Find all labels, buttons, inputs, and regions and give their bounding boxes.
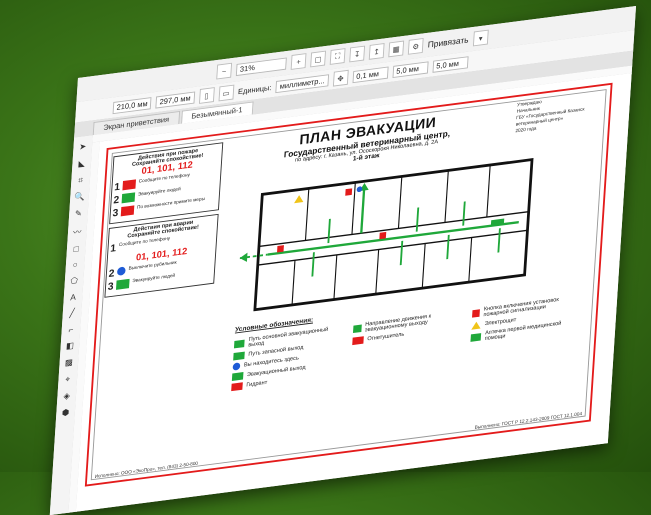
step-number: 1 [113, 181, 121, 194]
stage: ✓ − 31% + ▢ ⛶ ↧ ↥ ▦ ⚙ Привязать ▾ 210,0 … [0, 0, 651, 515]
polygon-tool-icon[interactable]: ⬠ [70, 275, 78, 286]
page-height-field[interactable]: 297,0 мм [155, 91, 195, 109]
phone-icon [122, 179, 137, 191]
smart-fill-icon[interactable]: ⬢ [62, 407, 70, 418]
units-label: Единицы: [237, 82, 272, 96]
legend-text: Гидрант [246, 380, 268, 389]
step-number: 2 [113, 194, 120, 207]
units-select[interactable]: миллиметр... [275, 73, 329, 93]
alarm-icon [472, 309, 481, 318]
legend-text: Электрощит [484, 317, 517, 328]
fire-extinguisher-icon [345, 188, 353, 196]
nudge-icon: ✥ [332, 69, 349, 87]
grid-icon[interactable]: ▦ [388, 40, 405, 58]
drawing-canvas[interactable]: Действия при пожаре Сохраняйте спокойств… [75, 72, 632, 512]
fit-icon[interactable]: ▢ [310, 50, 327, 68]
eyedropper-tool-icon[interactable]: ⌖ [65, 374, 70, 385]
step-number: 2 [108, 267, 115, 280]
transparency-tool-icon[interactable]: ▩ [65, 357, 74, 368]
exit-icon [121, 192, 136, 204]
zoom-in-icon[interactable]: + [290, 53, 307, 70]
landscape-icon[interactable]: ▭ [218, 84, 234, 102]
pick-tool-icon[interactable]: ➤ [79, 141, 87, 152]
chevron-down-icon[interactable]: ▾ [472, 29, 489, 47]
step-number: 3 [107, 280, 114, 293]
extinguisher-icon [120, 205, 135, 217]
fill-tool-icon[interactable]: ◈ [63, 391, 70, 402]
green-arrow-icon [233, 339, 245, 349]
crop-tool-icon[interactable]: ⌗ [78, 175, 83, 186]
exit-icon [116, 278, 130, 290]
electric-icon [471, 321, 482, 330]
portrait-icon[interactable]: ▯ [198, 87, 215, 104]
switch-icon [116, 266, 126, 276]
freehand-tool-icon[interactable]: ✎ [75, 208, 83, 219]
exit-door-icon [352, 324, 362, 334]
nudge-field[interactable]: 0,1 мм [352, 66, 389, 83]
full-screen-icon[interactable]: ⛶ [329, 48, 346, 65]
zoom-tool-icon[interactable]: 🔍 [74, 191, 85, 203]
export-icon[interactable]: ↥ [368, 43, 385, 60]
exit-sign-icon [231, 372, 244, 381]
instructions-panel: Действия при пожаре Сохраняйте спокойств… [93, 142, 224, 467]
shadow-tool-icon[interactable]: ◧ [66, 340, 75, 351]
fire-actions-box: Действия при пожаре Сохраняйте спокойств… [109, 142, 224, 225]
rectangle-tool-icon[interactable]: □ [73, 244, 79, 254]
text-tool-icon[interactable]: A [70, 292, 76, 302]
line-tool-icon[interactable]: ╱ [69, 308, 75, 319]
firstaid-icon [470, 333, 482, 342]
step-number: 1 [109, 242, 117, 255]
legend-text: Огнетушитель [367, 331, 405, 343]
app-window: − 31% + ▢ ⛶ ↧ ↥ ▦ ⚙ Привязать ▾ 210,0 мм… [49, 6, 637, 515]
artistic-tool-icon[interactable]: 〰 [73, 225, 82, 238]
import-icon[interactable]: ↧ [349, 45, 366, 63]
ellipse-tool-icon[interactable]: ○ [72, 260, 78, 270]
settings-icon[interactable]: ⚙ [407, 38, 424, 55]
shape-tool-icon[interactable]: ◣ [78, 158, 85, 169]
alarm-button-icon [379, 231, 387, 240]
zoom-select[interactable]: 31% [235, 57, 287, 76]
accident-actions-box: Действия при аварии Сохраняйте спокойств… [104, 213, 219, 298]
page-width-field[interactable]: 210,0 мм [112, 96, 152, 114]
fire-hydrant-icon [277, 245, 284, 253]
duplicate-y-field[interactable]: 5,0 мм [432, 55, 469, 73]
extinguisher-icon [352, 336, 364, 346]
evacuation-plan-sheet[interactable]: Действия при пожаре Сохраняйте спокойств… [84, 82, 613, 487]
snap-label[interactable]: Привязать [428, 35, 469, 50]
green-dashed-icon [233, 351, 245, 361]
blue-dot-icon [232, 362, 241, 371]
step-number: 3 [112, 207, 119, 220]
hydrant-icon [231, 382, 243, 392]
duplicate-x-field[interactable]: 5,0 мм [392, 60, 429, 78]
connector-tool-icon[interactable]: ⌐ [68, 325, 73, 335]
route-arrow-left [239, 252, 248, 262]
zoom-out-icon[interactable]: − [216, 62, 233, 80]
